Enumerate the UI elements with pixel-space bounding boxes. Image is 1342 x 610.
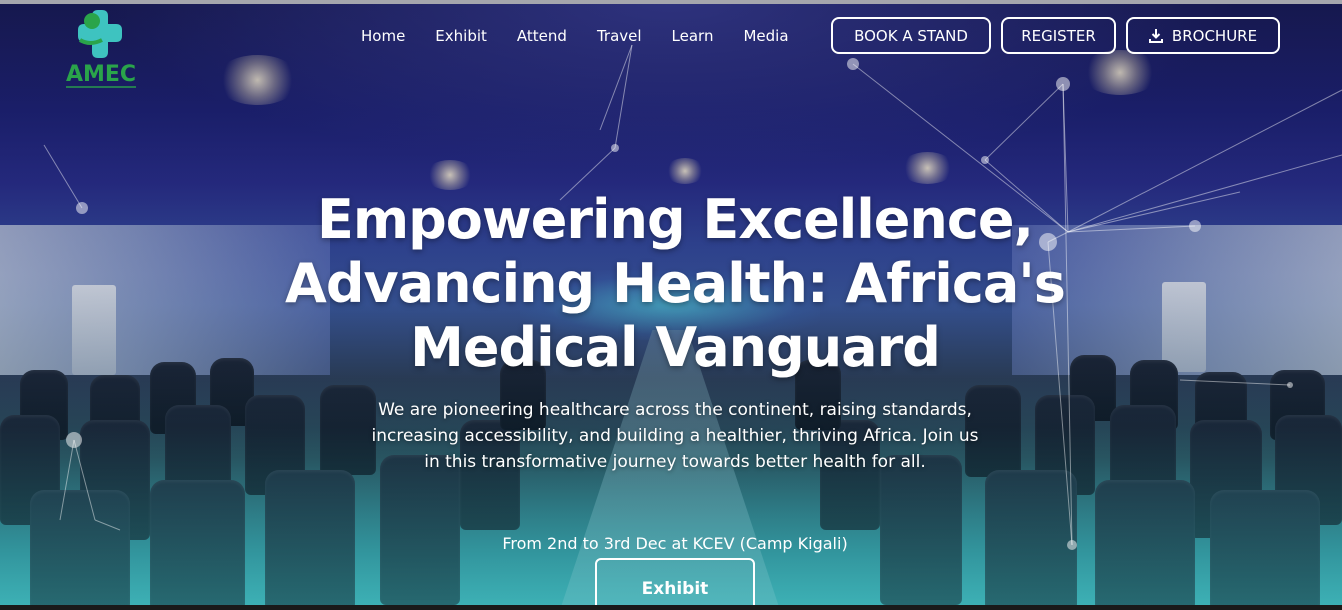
nav-media[interactable]: Media — [743, 27, 788, 45]
register-button[interactable]: REGISTER — [1001, 17, 1116, 54]
brochure-button[interactable]: BROCHURE — [1126, 17, 1280, 54]
brochure-label: BROCHURE — [1171, 26, 1258, 45]
register-label: REGISTER — [1021, 26, 1096, 45]
logo-text: AMEC — [65, 62, 137, 87]
amec-logo[interactable]: AMEC — [62, 10, 140, 90]
logo-tagline-bar — [66, 86, 136, 88]
nav-learn[interactable]: Learn — [672, 27, 714, 45]
nav-travel[interactable]: Travel — [597, 27, 642, 45]
hero-section: AMEC Home Exhibit Attend Travel Learn Me… — [0, 0, 1342, 610]
nav-home[interactable]: Home — [361, 27, 405, 45]
exhibit-cta-label: Exhibit — [641, 579, 709, 599]
event-date-location: From 2nd to 3rd Dec at KCEV (Camp Kigali… — [502, 534, 848, 553]
bottom-border — [0, 605, 1342, 610]
exhibit-cta-button[interactable]: Exhibit — [595, 558, 755, 610]
nav-attend[interactable]: Attend — [517, 27, 567, 45]
main-nav: Home Exhibit Attend Travel Learn Media — [361, 27, 819, 45]
book-a-stand-button[interactable]: BOOK A STAND — [831, 17, 991, 54]
headline-line-1: Empowering Excellence, — [316, 188, 1034, 251]
nav-exhibit[interactable]: Exhibit — [435, 27, 487, 45]
headline-line-2: Advancing Health: Africa's — [285, 252, 1066, 315]
hero-headline: Empowering Excellence, Advancing Health:… — [200, 188, 1150, 380]
logo-cross-icon — [78, 10, 122, 58]
book-a-stand-label: BOOK A STAND — [854, 26, 968, 45]
headline-line-3: Medical Vanguard — [410, 316, 941, 379]
hero-description: We are pioneering healthcare across the … — [371, 400, 979, 472]
download-icon — [1148, 28, 1163, 43]
